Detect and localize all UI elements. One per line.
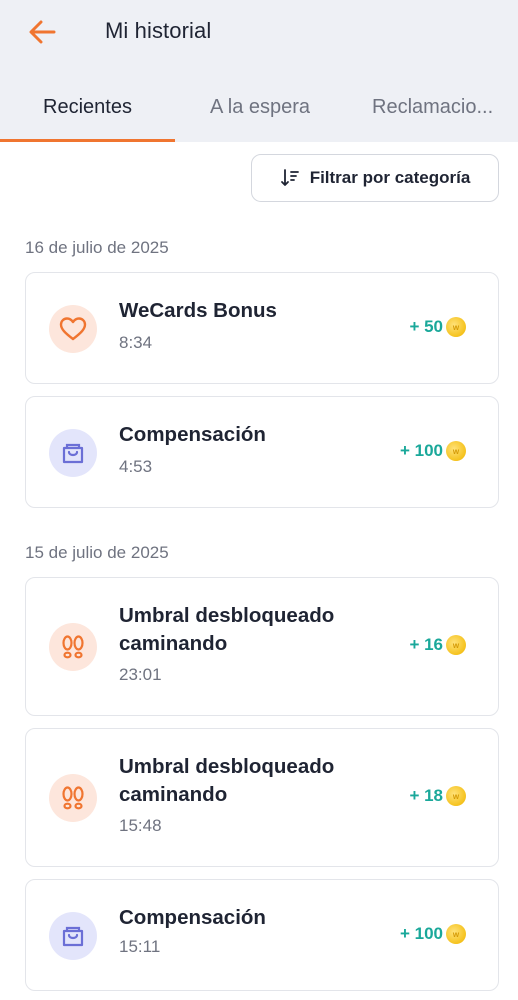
item-icon-wrap [49, 774, 97, 822]
tab-reclamaciones[interactable]: Reclamacio... [345, 84, 518, 142]
item-time: 8:34 [119, 333, 153, 352]
item-reward: + 16 w [409, 635, 466, 655]
tab-recientes[interactable]: Recientes [0, 84, 175, 142]
item-icon-wrap [49, 623, 97, 671]
item-reward: + 50 w [409, 317, 466, 337]
reward-amount: + 50 [409, 317, 443, 336]
back-button[interactable] [22, 14, 62, 50]
tab-a-la-espera[interactable]: A la espera [175, 84, 345, 142]
item-time: 23:01 [119, 665, 162, 684]
item-time: 15:48 [119, 816, 162, 835]
history-item[interactable]: WeCards Bonus 8:34 + 50 w [25, 272, 499, 384]
filter-label: Filtrar por categoría [309, 168, 471, 187]
item-time: 15:11 [119, 937, 161, 956]
item-reward: + 18 w [409, 786, 466, 806]
top-bar: Mi historial Recientes A la espera Recla… [0, 0, 518, 142]
item-icon-wrap [49, 305, 97, 353]
item-icon-wrap [49, 429, 97, 477]
item-title: WeCards Bonus [119, 299, 277, 322]
history-item[interactable]: Umbral desbloqueado caminando 23:01 + 16… [25, 577, 499, 716]
reward-amount: + 16 [409, 635, 443, 654]
item-icon-wrap [49, 912, 97, 960]
item-title: Compensación [119, 423, 266, 446]
item-reward: + 100 w [400, 924, 466, 944]
reward-amount: + 18 [409, 786, 443, 805]
history-item[interactable]: Umbral desbloqueado caminando 15:48 + 18… [25, 728, 499, 867]
tab-bar: Recientes A la espera Reclamacio... [0, 84, 518, 142]
item-reward: + 100 w [400, 441, 466, 461]
shopping-bag-icon [62, 926, 84, 947]
item-title: Umbral desbloqueado caminando [119, 755, 335, 806]
date-header: 15 de julio de 2025 [25, 543, 169, 562]
item-title: Compensación [119, 906, 266, 929]
coin-icon: w [446, 635, 466, 655]
item-title: Umbral desbloqueado caminando [119, 604, 335, 655]
sort-icon [280, 169, 299, 186]
arrow-left-icon [29, 20, 56, 44]
coin-icon: w [446, 924, 466, 944]
history-item[interactable]: Compensación 4:53 + 100 w [25, 396, 499, 508]
coin-icon: w [446, 786, 466, 806]
coin-icon: w [446, 317, 466, 337]
reward-amount: + 100 [399, 441, 443, 460]
reward-amount: + 100 [399, 924, 443, 943]
filter-by-category-button[interactable]: Filtrar por categoría [251, 154, 499, 202]
shopping-bag-icon [62, 443, 84, 464]
heart-icon [59, 317, 87, 341]
history-item[interactable]: Compensación 15:11 + 100 w [25, 879, 499, 991]
item-time: 4:53 [119, 457, 153, 476]
coin-icon: w [446, 441, 466, 461]
footsteps-icon [62, 635, 84, 659]
date-header: 16 de julio de 2025 [25, 238, 169, 257]
footsteps-icon [62, 786, 84, 810]
page-title: Mi historial [105, 18, 212, 43]
